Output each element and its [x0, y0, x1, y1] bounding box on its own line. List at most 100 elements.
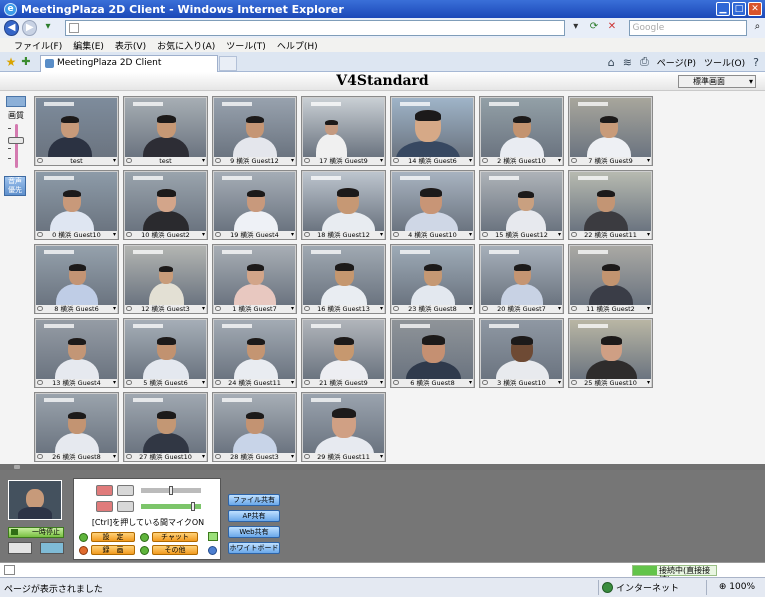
mic-mute-icon[interactable] [96, 501, 113, 512]
file-share-button[interactable]: ファイル共有 [228, 494, 280, 506]
participant-tile[interactable]: 22 横浜 Guest11 ▾ [568, 170, 653, 240]
mic-icon[interactable] [117, 501, 134, 512]
whiteboard-button[interactable]: ホワイトボード [228, 542, 280, 554]
tile-menu-icon[interactable]: ▾ [647, 157, 650, 165]
chat-bubble-icon[interactable] [571, 306, 577, 311]
tile-menu-icon[interactable]: ▾ [558, 231, 561, 239]
quality-slider-thumb[interactable] [8, 137, 24, 144]
chat-bubble-icon[interactable] [482, 380, 488, 385]
screen-capture-button[interactable] [40, 542, 64, 554]
participant-tile[interactable]: 3 横浜 Guest10 ▾ [479, 318, 564, 388]
participant-tile[interactable]: 4 横浜 Guest10 ▾ [390, 170, 475, 240]
tile-menu-icon[interactable]: ▾ [469, 305, 472, 313]
tile-menu-icon[interactable]: ▾ [113, 379, 116, 387]
speaker-icon[interactable] [117, 485, 134, 496]
new-tab-button[interactable] [219, 55, 237, 71]
tile-menu-icon[interactable]: ▾ [202, 379, 205, 387]
chat-button[interactable]: チャット [152, 532, 198, 542]
menu-favorites[interactable]: お気に入り(A) [157, 39, 215, 52]
chat-bubble-icon[interactable] [393, 158, 399, 163]
tile-menu-icon[interactable]: ▾ [202, 453, 205, 461]
chat-bubble-icon[interactable] [393, 232, 399, 237]
chat-bubble-icon[interactable] [304, 158, 310, 163]
menu-edit[interactable]: 編集(E) [73, 39, 104, 52]
participant-tile[interactable]: 2 横浜 Guest10 ▾ [479, 96, 564, 166]
participant-tile[interactable]: 10 横浜 Guest2 ▾ [123, 170, 208, 240]
refresh-icon[interactable]: ⟳ [586, 20, 601, 36]
tile-menu-icon[interactable]: ▾ [291, 231, 294, 239]
tile-menu-icon[interactable]: ▾ [202, 305, 205, 313]
chat-bubble-icon[interactable] [304, 306, 310, 311]
chat-bubble-icon[interactable] [482, 158, 488, 163]
chat-bubble-icon[interactable] [393, 380, 399, 385]
home-icon[interactable]: ⌂ [608, 56, 615, 69]
other-icon[interactable] [140, 546, 149, 555]
tools-menu[interactable]: ツール(O) [704, 56, 745, 69]
forward-button[interactable]: ▶ [22, 20, 38, 36]
tile-menu-icon[interactable]: ▾ [113, 231, 116, 239]
feeds-icon[interactable]: ≋ [623, 56, 632, 69]
view-mode-select[interactable]: 標準画面 [678, 75, 756, 88]
chat-bubble-icon[interactable] [215, 232, 221, 237]
participant-tile[interactable]: 5 横浜 Guest6 ▾ [123, 318, 208, 388]
page-menu[interactable]: ページ(P) [657, 56, 696, 69]
audio-priority-button[interactable]: 音声 優先 [4, 176, 26, 196]
record-button[interactable]: 録 画 [91, 545, 135, 555]
chat-bubble-icon[interactable] [215, 306, 221, 311]
tile-menu-icon[interactable]: ▾ [469, 157, 472, 165]
tile-menu-icon[interactable]: ▾ [113, 453, 116, 461]
zoom-level[interactable]: ⊕ 100% [719, 582, 755, 592]
menu-view[interactable]: 表示(V) [115, 39, 146, 52]
participant-tile[interactable]: 16 横浜 Guest13 ▾ [301, 244, 386, 314]
chat-bubble-icon[interactable] [215, 158, 221, 163]
participant-tile[interactable]: 20 横浜 Guest7 ▾ [479, 244, 564, 314]
tile-menu-icon[interactable]: ▾ [291, 305, 294, 313]
help-icon[interactable] [208, 546, 217, 555]
tile-menu-icon[interactable]: ▾ [558, 379, 561, 387]
minimize-button[interactable]: ▁ [716, 2, 730, 16]
web-share-button[interactable]: Web共有 [228, 526, 280, 538]
participant-tile[interactable]: test ▾ [123, 96, 208, 166]
participant-tile[interactable]: 15 横浜 Guest12 ▾ [479, 170, 564, 240]
favorites-star-icon[interactable]: ★ [4, 55, 18, 69]
chat-icon[interactable] [140, 533, 149, 542]
participant-tile[interactable]: 29 横浜 Guest11 ▾ [301, 392, 386, 462]
chat-bubble-icon[interactable] [37, 232, 43, 237]
chat-bubble-icon[interactable] [37, 306, 43, 311]
chat-bubble-icon[interactable] [126, 454, 132, 459]
chat-bubble-icon[interactable] [571, 380, 577, 385]
participant-tile[interactable]: test ▾ [34, 96, 119, 166]
chat-bubble-icon[interactable] [215, 380, 221, 385]
chat-bubble-icon[interactable] [304, 380, 310, 385]
stop-icon[interactable]: ✕ [604, 20, 619, 36]
participant-tile[interactable]: 27 横浜 Guest10 ▾ [123, 392, 208, 462]
participant-tile[interactable]: 6 横浜 Guest8 ▾ [390, 318, 475, 388]
participant-tile[interactable]: 17 横浜 Guest9 ▾ [301, 96, 386, 166]
tile-menu-icon[interactable]: ▾ [647, 379, 650, 387]
tile-menu-icon[interactable]: ▾ [380, 305, 383, 313]
back-button[interactable]: ◀ [4, 20, 20, 36]
print-icon[interactable]: ⎙ [640, 55, 649, 69]
add-favorite-icon[interactable]: ✚ [18, 55, 34, 68]
chat-bubble-icon[interactable] [37, 454, 43, 459]
participant-tile[interactable]: 18 横浜 Guest12 ▾ [301, 170, 386, 240]
splitter-grip-icon[interactable] [14, 465, 20, 469]
tile-menu-icon[interactable]: ▾ [380, 231, 383, 239]
chat-bubble-icon[interactable] [482, 306, 488, 311]
participant-tile[interactable]: 7 横浜 Guest9 ▾ [568, 96, 653, 166]
tab-meetingplaza[interactable]: MeetingPlaza 2D Client [40, 54, 218, 72]
address-input[interactable] [64, 20, 566, 36]
tile-menu-icon[interactable]: ▾ [558, 157, 561, 165]
settings-icon[interactable] [79, 533, 88, 542]
tile-menu-icon[interactable]: ▾ [291, 379, 294, 387]
chat-bubble-icon[interactable] [37, 158, 43, 163]
chat-bubble-icon[interactable] [37, 380, 43, 385]
participant-tile[interactable]: 28 横浜 Guest3 ▾ [212, 392, 297, 462]
chat-bubble-icon[interactable] [393, 306, 399, 311]
participant-tile[interactable]: 23 横浜 Guest8 ▾ [390, 244, 475, 314]
chat-bubble-icon[interactable] [304, 232, 310, 237]
participant-tile[interactable]: 25 横浜 Guest10 ▾ [568, 318, 653, 388]
quality-slider[interactable] [4, 124, 28, 168]
participant-tile[interactable]: 26 横浜 Guest8 ▾ [34, 392, 119, 462]
participant-tile[interactable]: 8 横浜 Guest6 ▾ [34, 244, 119, 314]
